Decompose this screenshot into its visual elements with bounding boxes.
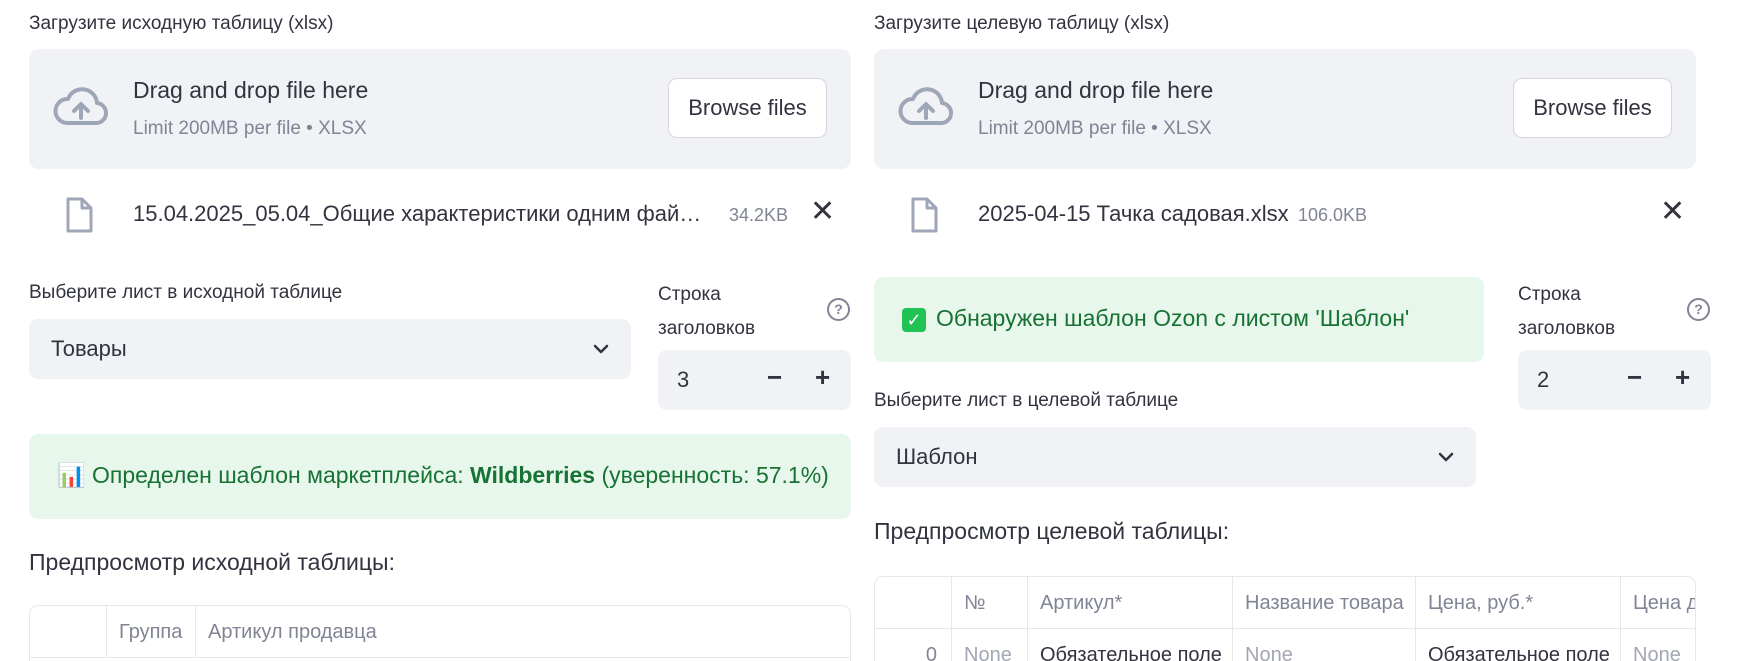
marketplace-detected-alert: 📊 Определен шаблон маркетплейса: Wildber… (29, 434, 851, 519)
header-row-input[interactable]: 3 − + (658, 350, 851, 410)
decrement-button[interactable]: − (1627, 362, 1642, 393)
file-name: 15.04.2025_05.04_Общие характеристики од… (133, 201, 702, 226)
source-upload-label: Загрузите исходную таблицу (xlsx) (29, 13, 334, 34)
column-header[interactable]: Группа (107, 606, 196, 658)
index-header (875, 577, 952, 629)
target-sheet-value: Шаблон (896, 444, 978, 469)
file-icon (65, 197, 93, 238)
decrement-button[interactable]: − (767, 362, 782, 393)
target-dropzone[interactable]: Drag and drop file here Limit 200MB per … (874, 49, 1696, 169)
target-upload-label: Загрузите целевую таблицу (xlsx) (874, 13, 1170, 34)
alert-confidence: (уверенность: 57.1%) (595, 462, 829, 488)
dropzone-limit: Limit 200MB per file • XLSX (133, 118, 367, 139)
table-cell[interactable]: Обязательное поле (1028, 629, 1233, 661)
file-icon (910, 197, 938, 238)
column-header[interactable]: № (952, 577, 1028, 629)
header-row-input[interactable]: 2 − + (1518, 350, 1711, 410)
header-row-value[interactable]: 3 (677, 367, 689, 393)
chevron-down-icon (1436, 447, 1456, 472)
help-icon[interactable]: ? (1687, 298, 1710, 321)
target-preview-table[interactable]: № Артикул* Название товара Цена, руб.* Ц… (874, 576, 1696, 661)
target-sheet-label: Выберите лист в целевой таблице (874, 390, 1179, 411)
remove-file-icon[interactable]: ✕ (1660, 197, 1685, 227)
table-cell[interactable]: None (1233, 629, 1416, 661)
alert-prefix: Определен шаблон маркетплейса: (92, 462, 471, 488)
table-cell[interactable]: None (1621, 629, 1695, 661)
column-header[interactable]: Цена до (1621, 577, 1695, 629)
source-preview-table[interactable]: Группа Артикул продавца (29, 605, 851, 661)
column-header[interactable]: Цена, руб.* (1416, 577, 1621, 629)
index-header (30, 606, 107, 658)
ozon-alert-text: Обнаружен шаблон Ozon с листом 'Шаблон' (936, 305, 1410, 331)
header-row-label-line2: заголовков (658, 318, 756, 339)
help-icon[interactable]: ? (827, 298, 850, 321)
table-cell[interactable]: Обязательное поле (1416, 629, 1621, 661)
checkbox-icon: ✓ (902, 308, 926, 332)
source-column: Загрузите исходную таблицу (xlsx) Drag a… (29, 0, 851, 661)
increment-button[interactable]: + (815, 362, 830, 393)
column-header[interactable]: Название товара (1233, 577, 1416, 629)
dropzone-title: Drag and drop file here (133, 77, 369, 103)
source-preview-title: Предпросмотр исходной таблицы: (29, 549, 395, 575)
header-row-label-line2: заголовков (1518, 318, 1616, 339)
uploaded-file: 15.04.2025_05.04_Общие характеристики од… (29, 193, 851, 237)
bar-chart-icon: 📊 (57, 462, 86, 488)
target-sheet-select[interactable]: Шаблон (874, 427, 1476, 487)
browse-files-button[interactable]: Browse files (668, 78, 827, 138)
remove-file-icon[interactable]: ✕ (810, 197, 835, 227)
source-dropzone[interactable]: Drag and drop file here Limit 200MB per … (29, 49, 851, 169)
file-size: 106.0KB (1298, 205, 1368, 225)
file-name: 2025-04-15 Тачка садовая.xlsx (978, 201, 1289, 226)
source-sheet-label: Выберите лист в исходной таблице (29, 282, 343, 303)
source-sheet-value: Товары (51, 336, 127, 361)
header-row-label: Строка заголовков (1518, 278, 1615, 346)
ozon-template-alert: ✓ Обнаружен шаблон Ozon с листом 'Шаблон… (874, 277, 1484, 362)
file-size: 34.2KB (729, 205, 789, 225)
source-sheet-select[interactable]: Товары (29, 319, 631, 379)
increment-button[interactable]: + (1675, 362, 1690, 393)
header-row-label: Строка заголовков (658, 278, 755, 346)
cloud-upload-icon (896, 85, 954, 134)
header-row-label-line1: Строка (658, 284, 721, 305)
dropzone-title: Drag and drop file here (978, 77, 1214, 103)
cloud-upload-icon (51, 85, 109, 134)
uploaded-file: 2025-04-15 Тачка садовая.xlsx 106.0KB ✕ (874, 193, 1696, 237)
header-row-value[interactable]: 2 (1537, 367, 1549, 393)
column-header[interactable]: Артикул продавца (196, 606, 850, 658)
table-cell[interactable]: None (952, 629, 1028, 661)
chevron-down-icon (591, 339, 611, 364)
row-index: 0 (875, 629, 952, 661)
target-preview-title: Предпросмотр целевой таблицы: (874, 518, 1230, 544)
column-header[interactable]: Артикул* (1028, 577, 1233, 629)
target-column: Загрузите целевую таблицу (xlsx) Drag an… (874, 0, 1711, 661)
browse-files-button[interactable]: Browse files (1513, 78, 1672, 138)
header-row-label-line1: Строка (1518, 284, 1581, 305)
dropzone-limit: Limit 200MB per file • XLSX (978, 118, 1212, 139)
marketplace-name: Wildberries (470, 462, 596, 488)
